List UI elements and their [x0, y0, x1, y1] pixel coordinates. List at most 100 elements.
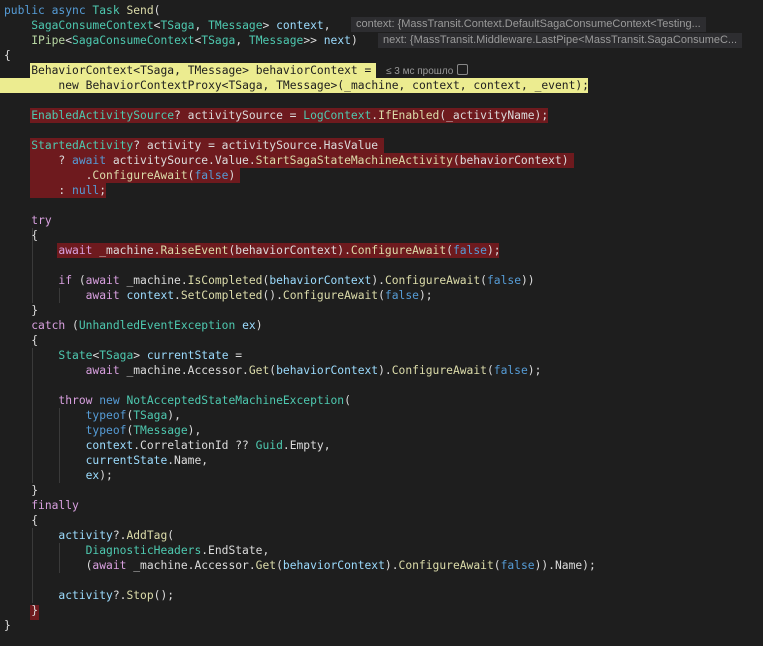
code-token: ),: [187, 424, 202, 437]
code-token: State: [58, 349, 93, 362]
code-token: _machine.: [126, 274, 188, 287]
code-line[interactable]: BehaviorContext<TSaga, TMessage> behavio…: [4, 63, 371, 78]
code-token: (: [486, 364, 494, 377]
code-token: ): [228, 169, 236, 182]
code-line[interactable]: try: [4, 213, 51, 228]
code-line[interactable]: if (await _machine.IsCompleted(behaviorC…: [4, 273, 534, 288]
code-token: (: [493, 559, 501, 572]
code-line[interactable]: }: [4, 603, 38, 618]
code-token: Send: [126, 4, 154, 17]
code-line[interactable]: new BehaviorContextProxy<TSaga, TMessage…: [4, 78, 589, 93]
code-line[interactable]: await _machine.RaiseEvent(behaviorContex…: [4, 243, 500, 258]
code-line[interactable]: {: [4, 333, 38, 348]
code-token: ConfigureAwait: [398, 559, 494, 572]
code-token: await: [85, 364, 127, 377]
code-token: ?.: [112, 529, 127, 542]
code-line[interactable]: typeof(TMessage),: [4, 423, 202, 438]
code-token: TSaga: [140, 64, 175, 77]
code-line[interactable]: finally: [4, 498, 79, 513]
code-line[interactable]: await context.SetCompleted().ConfigureAw…: [4, 288, 433, 303]
code-line[interactable]: : null;: [4, 183, 106, 198]
code-token: (behaviorContext): [452, 154, 569, 167]
code-token: =: [357, 64, 372, 77]
code-line[interactable]: {: [4, 48, 11, 63]
code-token: ex: [242, 319, 256, 332]
code-token: (: [167, 529, 175, 542]
code-line[interactable]: }: [4, 303, 38, 318]
code-line[interactable]: {: [4, 228, 38, 243]
code-line[interactable]: }: [4, 618, 11, 633]
elapsed-time-hint[interactable]: ≤ 3 мс прошло: [386, 64, 469, 79]
code-token: activity: [58, 529, 113, 542]
code-token: TMessage: [276, 79, 331, 92]
code-line[interactable]: State<TSaga> currentState =: [4, 348, 242, 363]
code-line[interactable]: (await _machine.Accessor.Get(behaviorCon…: [4, 558, 596, 573]
code-token: ).: [384, 559, 399, 572]
code-token: >(: [330, 79, 345, 92]
code-token: IsCompleted: [187, 274, 263, 287]
code-line[interactable]: public async Task Send(: [4, 3, 160, 18]
code-line[interactable]: await _machine.Accessor.Get (behaviorCont…: [4, 363, 542, 378]
code-token: currentState: [85, 454, 168, 467]
code-token: Stop: [126, 589, 154, 602]
code-editor[interactable]: public async Task Send( SagaConsumeConte…: [0, 0, 763, 646]
code-token: {: [4, 514, 39, 527]
code-line[interactable]: }: [4, 483, 38, 498]
code-line[interactable]: ex);: [4, 468, 113, 483]
code-token: >: [262, 19, 277, 32]
code-line[interactable]: activity?.Stop();: [4, 588, 174, 603]
code-token: throw: [58, 394, 100, 407]
code-line[interactable]: activity?.AddTag(: [4, 528, 174, 543]
code-line[interactable]: context.CorrelationId ?? Guid.Empty,: [4, 438, 331, 453]
code-token: next: [323, 34, 351, 47]
code-token: new: [99, 394, 127, 407]
datatip-next[interactable]: next: {MassTransit.Middleware.LastPipe<M…: [378, 33, 743, 48]
code-line[interactable]: IPipe<SagaConsumeContext<TSaga, TMessage…: [4, 33, 358, 48]
code-token: LogContext: [303, 109, 372, 122]
code-line[interactable]: DiagnosticHeaders.EndState,: [4, 543, 270, 558]
code-token: ? activitySource =: [174, 109, 304, 122]
code-token: BehaviorContext: [31, 64, 134, 77]
code-token: ConfigureAwait: [391, 364, 487, 377]
datatip-context[interactable]: context: {MassTransit.Context.DefaultSag…: [351, 17, 706, 32]
code-token: >: [133, 349, 147, 362]
code-token: (: [446, 244, 453, 257]
elapsed-time-label: ≤ 3 мс прошло: [386, 66, 454, 77]
code-line[interactable]: currentState.Name,: [4, 453, 208, 468]
performance-tip-icon[interactable]: [457, 64, 469, 75]
code-token: false: [194, 169, 229, 182]
code-token: SagaConsumeContext: [72, 34, 195, 47]
code-line[interactable]: throw new NotAcceptedStateMachineExcepti…: [4, 393, 351, 408]
code-token: (: [344, 394, 351, 407]
code-line[interactable]: EnabledActivitySource? activitySource = …: [4, 108, 548, 123]
code-token: finally: [31, 499, 79, 512]
code-token: .EndState,: [201, 544, 270, 557]
code-line[interactable]: {: [4, 513, 38, 528]
code-token: }: [4, 484, 39, 497]
code-line[interactable]: StartedActivity? activity = activitySour…: [4, 138, 378, 153]
code-token: (behaviorContext).: [228, 244, 351, 257]
code-token: {: [4, 229, 39, 242]
code-token: TMessage: [208, 19, 263, 32]
code-token: ): [255, 319, 263, 332]
code-token: if: [58, 274, 79, 287]
code-token: Guid: [255, 439, 283, 452]
code-line[interactable]: typeof(TSaga),: [4, 408, 181, 423]
code-token: UnhandledEventException: [78, 319, 243, 332]
code-token: {: [4, 49, 11, 62]
code-line[interactable]: SagaConsumeContext<TSaga, TMessage> cont…: [4, 18, 330, 33]
code-line[interactable]: .ConfigureAwait(false): [4, 168, 236, 183]
code-line[interactable]: catch (UnhandledEventException ex): [4, 318, 263, 333]
code-line[interactable]: ? await activitySource.Value.StartSagaSt…: [4, 153, 569, 168]
code-token: {: [4, 334, 39, 347]
code-token: await: [85, 289, 127, 302]
code-token: TSaga: [160, 19, 195, 32]
